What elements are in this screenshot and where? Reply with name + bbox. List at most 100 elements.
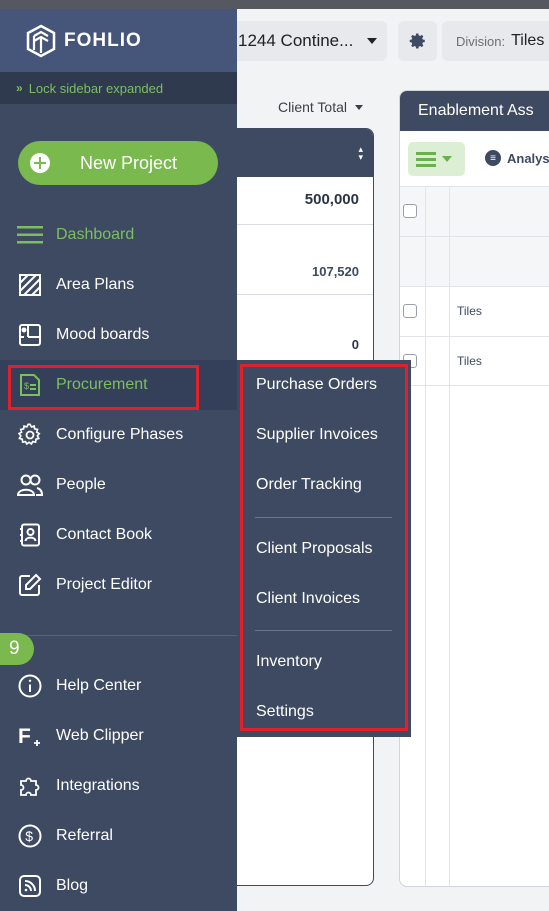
menu-divider [255,630,392,631]
column-divider [449,186,450,886]
division-value: Tiles [511,32,545,49]
svg-text:$: $ [24,381,29,391]
sidebar-item-label: Help Center [56,677,142,694]
sidebar-item-label: Configure Phases [56,426,184,443]
sidebar-item-blog[interactable]: Blog [0,861,237,911]
moodboard-icon [17,322,43,348]
dollar-icon: $ [17,823,43,849]
logo-text: FOHLIO [64,29,142,51]
row-checkbox[interactable] [403,304,417,318]
division-select[interactable]: Division: Tiles [442,21,549,61]
sidebar-item-dashboard[interactable]: Dashboard [0,210,237,260]
area-plan-icon [17,272,43,298]
svg-text:$: $ [25,828,33,844]
sidebar-item-label: Integrations [56,777,140,794]
new-project-button[interactable]: New Project [18,141,218,185]
web-clipper-icon: F [17,723,43,749]
sidebar-item-web-clipper[interactable]: F Web Clipper [0,711,237,761]
rss-icon [17,873,43,899]
contact-book-icon [17,522,43,548]
sidebar-item-label: People [56,476,106,493]
gear-icon [17,422,43,448]
project-select[interactable]: 1244 Contine... [230,21,387,61]
sidebar-item-label: Web Clipper [56,727,144,744]
panel-toolbar: ≡ Analys [400,131,549,186]
menu-item-purchase-orders[interactable]: Purchase Orders [256,376,377,394]
people-icon [17,472,43,498]
table-header-row [400,186,549,236]
caret-down-icon [367,38,377,44]
row-division: Tiles [457,354,482,368]
new-project-label: New Project [80,152,178,173]
sidebar-item-label: Project Editor [56,576,153,593]
double-chevron-right-icon: » [16,81,23,95]
hamburger-icon [17,222,43,248]
client-total-dropdown[interactable]: Client Total [278,99,364,115]
sidebar-item-configure-phases[interactable]: Configure Phases [0,410,237,460]
table-subheader-row [400,236,549,286]
menu-divider [255,517,392,518]
menu-item-order-tracking[interactable]: Order Tracking [256,476,362,494]
gear-icon [409,33,425,49]
table-row[interactable]: Tiles [400,286,549,336]
sidebar-item-people[interactable]: People [0,460,237,510]
table-header: ▴ ▾ [231,129,373,177]
sort-icon[interactable]: ▴ ▾ [358,145,363,162]
plus-circle-icon [30,153,50,173]
enablement-panel: Enablement Ass ≡ Analys Tiles Tiles [399,90,549,887]
info-icon [17,673,43,699]
sidebar-divider [0,635,237,636]
sidebar-item-label: Dashboard [56,226,135,243]
sidebar-item-area-plans[interactable]: Area Plans [0,260,237,310]
sidebar-item-label: Contact Book [56,526,153,543]
sidebar-item-help-center[interactable]: Help Center [0,661,237,711]
sidebar-item-mood-boards[interactable]: Mood boards [0,310,237,360]
view-menu-button[interactable] [408,142,465,176]
procurement-icon: $ [17,372,43,398]
lock-sidebar-label: Lock sidebar expanded [28,80,164,96]
caret-down-icon [442,156,452,162]
sidebar-item-referral[interactable]: $ Referral [0,811,237,861]
select-all-checkbox[interactable] [403,204,417,218]
lock-sidebar-toggle[interactable]: » Lock sidebar expanded [0,72,237,104]
sidebar-item-project-editor[interactable]: Project Editor [0,560,237,610]
menu-item-client-proposals[interactable]: Client Proposals [256,540,373,558]
sidebar: FOHLIO » Lock sidebar expanded New Proje… [0,9,237,911]
table-cell: 107,520 [312,264,359,279]
analysis-label: Analys [507,150,549,166]
client-total-label: Client Total [278,99,348,115]
hamburger-icon [416,149,436,170]
settings-button[interactable] [398,21,437,61]
analysis-button[interactable]: ≡ Analys [485,150,549,166]
sidebar-item-integrations[interactable]: Integrations [0,761,237,811]
caret-down-icon [355,104,364,110]
division-label: Division: [456,33,506,49]
sidebar-item-contact-book[interactable]: Contact Book [0,510,237,560]
menu-item-inventory[interactable]: Inventory [256,653,322,671]
panel-title: Enablement Ass [400,91,549,131]
svg-text:F: F [18,725,31,748]
table-cell: 0 [351,337,359,352]
procurement-submenu: Purchase Orders Supplier Invoices Order … [237,360,411,737]
row-divider [231,224,373,225]
edit-icon [17,572,43,598]
sidebar-item-label: Area Plans [56,276,135,293]
project-name: 1244 Contine... [238,31,354,50]
sidebar-item-label: Referral [56,827,113,844]
table-row[interactable]: Tiles [400,336,549,386]
menu-item-supplier-invoices[interactable]: Supplier Invoices [256,426,378,444]
analysis-icon: ≡ [485,150,501,166]
puzzle-icon [17,773,43,799]
top-strip [0,0,549,9]
row-division: Tiles [457,304,482,318]
column-divider [425,186,426,886]
table-cell: 500,000 [304,191,359,208]
sidebar-item-label: Blog [56,877,89,894]
sidebar-item-label: Procurement [56,376,148,393]
menu-item-settings[interactable]: Settings [256,703,314,721]
row-divider [231,294,373,295]
sidebar-item-procurement[interactable]: $ Procurement [0,360,237,410]
logo[interactable]: FOHLIO [0,9,237,72]
menu-item-client-invoices[interactable]: Client Invoices [256,590,360,608]
fohlio-logo-icon [26,24,56,57]
